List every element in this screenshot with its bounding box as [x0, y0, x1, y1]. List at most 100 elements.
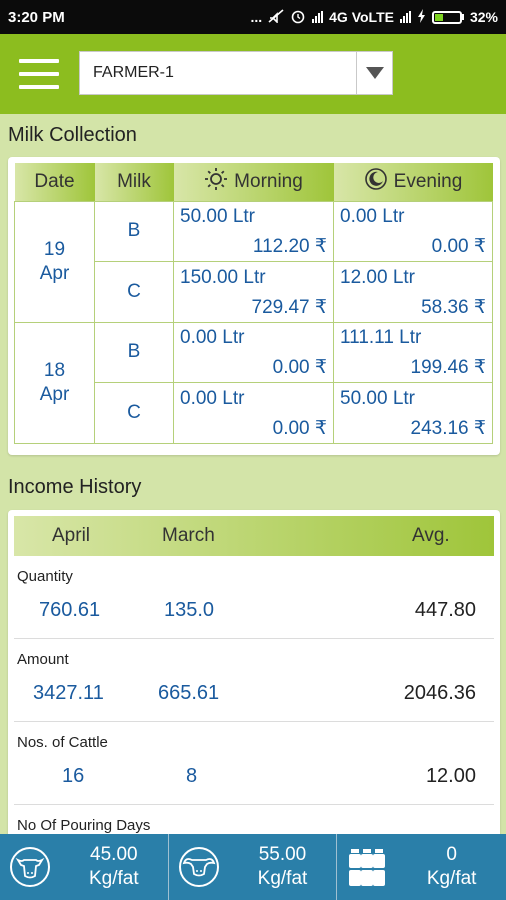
evening-liters: 111.11 Ltr — [340, 327, 422, 349]
morning-cell: 0.00 Ltr 0.00 ₹ — [173, 382, 334, 444]
morning-amount: 0.00 ₹ — [272, 417, 327, 439]
avg-value: 447.80 — [414, 599, 476, 621]
evening-cell: 111.11 Ltr 199.46 ₹ — [333, 321, 493, 383]
mixed-rate-unit: Kg/fat — [426, 868, 477, 889]
signal-1-icon — [312, 11, 324, 23]
battery-percent: 32% — [469, 9, 498, 25]
notification-dots: ... — [250, 9, 263, 25]
milk-type-cell: C — [94, 261, 174, 323]
charging-icon — [417, 8, 426, 26]
cow-rate-value: 45.00 — [90, 844, 138, 865]
buffalo-rate-text: 55.00 Kg/fat — [229, 843, 337, 891]
milk-type-cell: B — [94, 200, 174, 262]
col-evening-label: Evening — [393, 170, 463, 192]
march-value: 135.0 — [164, 599, 215, 621]
menu-icon[interactable] — [19, 59, 59, 89]
moon-icon — [364, 167, 388, 197]
col-morning-label: Morning — [234, 170, 303, 192]
date-cell: 19 Apr — [14, 200, 95, 323]
milk-collection-card: Date Milk Morning Evening 19 Apr B 50.00… — [8, 157, 500, 455]
milk-type-cell: B — [94, 321, 174, 383]
evening-amount: 0.00 ₹ — [431, 236, 486, 258]
cow-rate-unit: Kg/fat — [89, 868, 139, 889]
status-bar: 3:20 PM ... 4G VoLTE 32% — [0, 0, 506, 34]
milk-collection-title: Milk Collection — [8, 124, 137, 146]
evening-amount: 58.36 ₹ — [421, 296, 486, 318]
alarm-icon — [290, 8, 306, 27]
evening-cell: 0.00 Ltr 0.00 ₹ — [333, 200, 493, 262]
milk-type-cell: C — [94, 382, 174, 444]
morning-cell: 0.00 Ltr 0.00 ₹ — [173, 321, 334, 383]
mute-icon — [268, 8, 284, 26]
buffalo-icon — [169, 845, 229, 889]
bottom-summary-bar: 45.00 Kg/fat 55.00 Kg/fat 0 Kg/fat — [0, 834, 506, 900]
col-evening: Evening — [333, 163, 493, 201]
evening-amount: 243.16 ₹ — [410, 417, 486, 439]
date-cell: 18 Apr — [14, 321, 95, 444]
row-label: Quantity — [17, 568, 73, 585]
evening-liters: 50.00 Ltr — [340, 387, 415, 409]
income-row-quantity: Quantity 760.61 135.0 447.80 — [14, 556, 494, 639]
milk-collection-table: Date Milk Morning Evening 19 Apr B 50.00… — [14, 163, 493, 444]
april-value: 3427.11 — [33, 682, 104, 704]
signal-2-icon — [399, 11, 411, 23]
march-value: 665.61 — [158, 682, 220, 704]
march-value: 8 — [186, 765, 198, 787]
income-history-title: Income History — [8, 476, 142, 498]
farmer-dropdown-value: FARMER-1 — [93, 64, 174, 81]
network-type: 4G VoLTE — [329, 9, 394, 25]
evening-liters: 0.00 Ltr — [340, 206, 405, 228]
cow-rate-text: 45.00 Kg/fat — [60, 843, 168, 891]
farmer-dropdown[interactable]: FARMER-1 — [79, 51, 393, 95]
row-label: Nos. of Cattle — [17, 734, 108, 751]
evening-cell: 12.00 Ltr 58.36 ₹ — [333, 261, 493, 323]
table-row: 18 Apr B 0.00 Ltr 0.00 ₹ 111.11 Ltr 199.… — [14, 321, 493, 444]
evening-amount: 199.46 ₹ — [410, 357, 486, 379]
income-table-header: April March Avg. — [14, 516, 494, 556]
income-row-amount: Amount 3427.11 665.61 2046.36 — [14, 639, 494, 722]
milk-table-header: Date Milk Morning Evening — [14, 163, 493, 201]
buffalo-rate-value: 55.00 — [258, 844, 307, 865]
dropdown-arrow-icon[interactable] — [356, 52, 392, 94]
date-month: Apr — [39, 262, 70, 284]
avg-value: 12.00 — [425, 765, 476, 787]
col-march: March — [162, 525, 215, 546]
income-row-cattle: Nos. of Cattle 16 8 12.00 — [14, 722, 494, 805]
buffalo-rate-unit: Kg/fat — [257, 868, 308, 889]
col-april: April — [52, 525, 91, 546]
mixed-rate-text: 0 Kg/fat — [397, 843, 506, 891]
morning-cell: 150.00 Ltr 729.47 ₹ — [173, 261, 334, 323]
status-indicators: ... 4G VoLTE 32% — [250, 8, 498, 27]
buffalo-rate-cell[interactable]: 55.00 Kg/fat — [169, 834, 338, 900]
date-day: 18 — [43, 359, 66, 381]
table-row: 19 Apr B 50.00 Ltr 112.20 ₹ 0.00 Ltr 0.0… — [14, 200, 493, 323]
row-label: No Of Pouring Days — [17, 817, 151, 834]
date-day: 19 — [43, 238, 66, 260]
income-history-card: April March Avg. Quantity 760.61 135.0 4… — [8, 510, 500, 840]
battery-icon — [431, 10, 464, 24]
avg-value: 2046.36 — [403, 682, 476, 704]
april-value: 16 — [62, 765, 85, 787]
status-time: 3:20 PM — [8, 8, 65, 26]
evening-liters: 12.00 Ltr — [340, 266, 415, 288]
milk-cans-icon — [337, 845, 397, 889]
date-month: Apr — [39, 383, 70, 405]
evening-cell: 50.00 Ltr 243.16 ₹ — [333, 382, 493, 444]
morning-liters: 150.00 Ltr — [180, 266, 266, 288]
cow-rate-cell[interactable]: 45.00 Kg/fat — [0, 834, 169, 900]
morning-amount: 729.47 ₹ — [251, 296, 327, 318]
col-avg: Avg. — [412, 525, 450, 546]
morning-liters: 0.00 Ltr — [180, 387, 245, 409]
col-milk: Milk — [94, 163, 174, 201]
col-morning: Morning — [173, 163, 334, 201]
mixed-rate-value: 0 — [446, 844, 457, 865]
cow-icon — [0, 845, 60, 889]
morning-cell: 50.00 Ltr 112.20 ₹ — [173, 200, 334, 262]
mixed-rate-cell[interactable]: 0 Kg/fat — [337, 834, 506, 900]
morning-liters: 50.00 Ltr — [180, 206, 255, 228]
row-label: Amount — [17, 651, 69, 668]
morning-liters: 0.00 Ltr — [180, 327, 245, 349]
sun-icon — [204, 167, 228, 197]
morning-amount: 0.00 ₹ — [272, 357, 327, 379]
app-bar: FARMER-1 — [0, 34, 506, 114]
